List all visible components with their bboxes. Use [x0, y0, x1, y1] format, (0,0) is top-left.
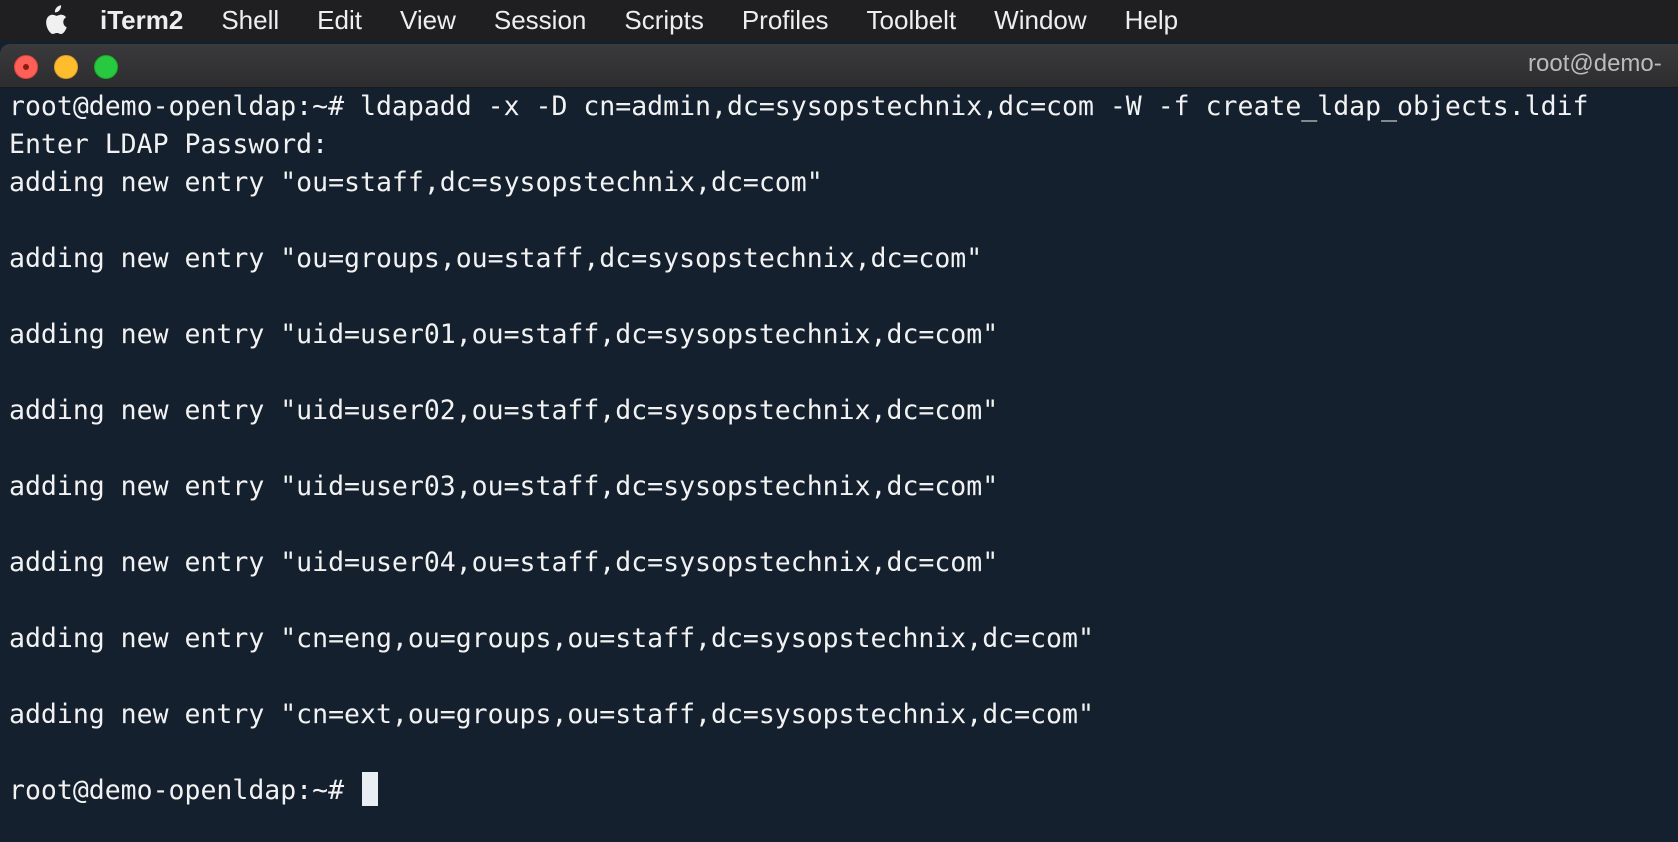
terminal-line: adding new entry "uid=user03,ou=staff,dc… [9, 471, 999, 502]
menu-scripts[interactable]: Scripts [624, 5, 703, 36]
terminal-area[interactable]: root@demo-openldap:~# ldapadd -x -D cn=a… [0, 88, 1678, 842]
menu-session[interactable]: Session [494, 5, 587, 36]
menu-view[interactable]: View [400, 5, 456, 36]
terminal-line: adding new entry "uid=user02,ou=staff,dc… [9, 395, 999, 426]
menu-app-name[interactable]: iTerm2 [100, 5, 183, 36]
menu-shell[interactable]: Shell [221, 5, 279, 36]
minimize-window-button[interactable] [54, 55, 78, 79]
zoom-window-button[interactable] [94, 55, 118, 79]
menu-bar: iTerm2 Shell Edit View Session Scripts P… [0, 0, 1678, 41]
terminal-line: adding new entry "uid=user01,ou=staff,dc… [9, 319, 999, 350]
terminal-prompt: root@demo-openldap:~# [9, 775, 360, 806]
apple-icon[interactable] [38, 3, 70, 39]
terminal-line: adding new entry "ou=groups,ou=staff,dc=… [9, 243, 983, 274]
menu-toolbelt[interactable]: Toolbelt [867, 5, 957, 36]
window-title: root@demo- [1528, 50, 1662, 77]
terminal-line: adding new entry "cn=ext,ou=groups,ou=st… [9, 699, 1094, 730]
close-window-button[interactable] [14, 55, 38, 79]
menu-help[interactable]: Help [1125, 5, 1178, 36]
menu-edit[interactable]: Edit [317, 5, 362, 36]
menu-window[interactable]: Window [994, 5, 1086, 36]
window-title-bar[interactable]: root@demo- [0, 44, 1678, 88]
terminal-line: Enter LDAP Password: [9, 129, 329, 160]
terminal-line: root@demo-openldap:~# ldapadd -x -D cn=a… [9, 91, 1589, 122]
text-cursor [362, 772, 378, 806]
terminal-line: adding new entry "cn=eng,ou=groups,ou=st… [9, 623, 1094, 654]
menu-profiles[interactable]: Profiles [742, 5, 829, 36]
terminal-line: adding new entry "uid=user04,ou=staff,dc… [9, 547, 999, 578]
terminal-line: adding new entry "ou=staff,dc=sysopstech… [9, 167, 823, 198]
terminal-prompt-line[interactable]: root@demo-openldap:~# [9, 772, 378, 810]
